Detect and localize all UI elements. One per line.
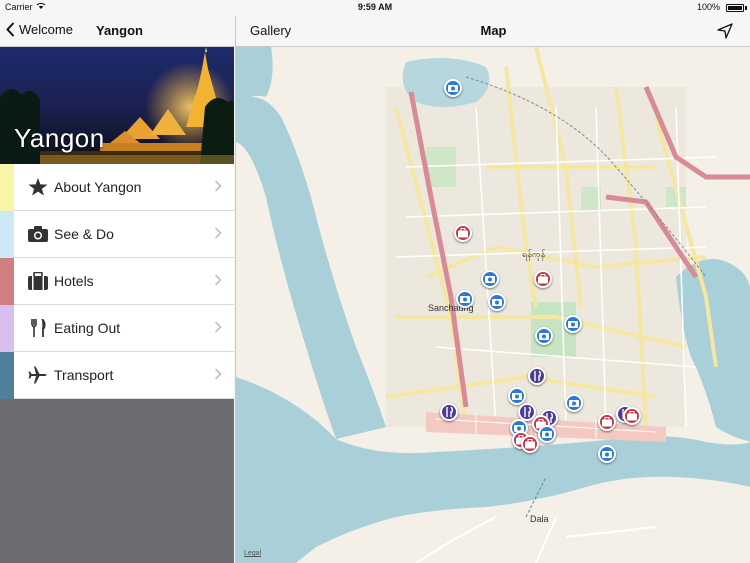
see-do-pin[interactable]: [456, 290, 474, 308]
left-panel-title: Yangon: [96, 23, 143, 38]
map-label-central: ရန်ကုန်: [522, 249, 546, 259]
menu-item-about[interactable]: About Yangon: [0, 164, 234, 211]
airplane-icon: [28, 366, 47, 384]
suitcase-icon: [458, 228, 468, 238]
legal-link[interactable]: Legal: [244, 550, 261, 557]
right-navigation-bar: Gallery Map: [236, 16, 750, 47]
camera-icon: [28, 226, 48, 242]
camera-icon: [542, 431, 552, 438]
map-label-dala: Dala: [530, 514, 549, 524]
left-navigation-bar: Welcome Yangon: [0, 16, 234, 47]
back-button[interactable]: Welcome: [6, 22, 73, 37]
chevron-right-icon: [214, 368, 222, 380]
menu-item-transport[interactable]: Transport: [0, 352, 234, 399]
menu-item-see-do[interactable]: See & Do: [0, 211, 234, 258]
eating-out-pin[interactable]: [440, 403, 458, 421]
hero-image: Yangon: [0, 47, 234, 164]
hotel-pin[interactable]: [454, 224, 472, 242]
hotel-pin[interactable]: [623, 407, 641, 425]
see-do-pin[interactable]: [598, 445, 616, 463]
see-do-pin[interactable]: [444, 79, 462, 97]
camera-icon: [539, 333, 549, 340]
status-bar: Carrier 9:59 AM 100%: [0, 0, 750, 16]
map-title: Map: [480, 23, 507, 38]
camera-icon: [568, 321, 578, 328]
menu-item-hotels[interactable]: Hotels: [0, 258, 234, 305]
detail-panel: Gallery Map Sanchaung Dala ရန်ကုန် Legal: [235, 16, 750, 563]
menu-item-label: Eating Out: [54, 320, 121, 336]
menu-item-label: About Yangon: [54, 179, 142, 195]
camera-icon: [448, 85, 458, 92]
suitcase-icon: [538, 274, 548, 284]
hotel-pin[interactable]: [598, 413, 616, 431]
camera-icon: [512, 393, 522, 400]
hotel-pin[interactable]: [521, 435, 539, 453]
eating-out-pin[interactable]: [528, 367, 546, 385]
chevron-right-icon: [214, 321, 222, 333]
menu-color-strip: [0, 164, 14, 211]
map-view[interactable]: Sanchaung Dala ရန်ကုန် Legal: [236, 47, 750, 563]
camera-icon: [492, 299, 502, 306]
suitcase-icon: [627, 411, 637, 421]
camera-icon: [460, 296, 470, 303]
see-do-pin[interactable]: [564, 315, 582, 333]
master-panel: Welcome Yangon Yangon About Yangon See &…: [0, 16, 234, 563]
hotel-pin[interactable]: [534, 270, 552, 288]
fork-knife-icon: [524, 407, 532, 417]
fork-knife-icon: [534, 371, 542, 381]
menu-item-label: Hotels: [54, 273, 94, 289]
see-do-pin[interactable]: [481, 270, 499, 288]
suitcase-icon: [28, 272, 48, 290]
menu-color-strip: [0, 305, 14, 352]
camera-icon: [569, 400, 579, 407]
see-do-pin[interactable]: [535, 327, 553, 345]
star-icon: [28, 178, 48, 196]
battery-cap: [745, 6, 747, 10]
fork-knife-icon: [446, 407, 454, 417]
chevron-left-icon: [6, 22, 15, 37]
camera-icon: [485, 276, 495, 283]
menu-color-strip: [0, 352, 14, 399]
menu-item-label: See & Do: [54, 226, 114, 242]
see-do-pin[interactable]: [538, 425, 556, 443]
battery-percentage: 100%: [696, 2, 720, 12]
menu-color-strip: [0, 211, 14, 258]
menu-item-label: Transport: [54, 367, 114, 383]
menu-color-strip: [0, 258, 14, 305]
see-do-pin[interactable]: [508, 387, 526, 405]
chevron-right-icon: [214, 274, 222, 286]
fork-knife-icon: [31, 319, 46, 337]
see-do-pin[interactable]: [565, 394, 583, 412]
menu-item-eating-out[interactable]: Eating Out: [0, 305, 234, 352]
suitcase-icon: [525, 439, 535, 449]
status-time: 9:59 AM: [357, 2, 393, 12]
back-button-label: Welcome: [19, 22, 73, 37]
location-arrow-icon[interactable]: [717, 23, 733, 39]
camera-icon: [602, 451, 612, 458]
chevron-right-icon: [214, 227, 222, 239]
hero-title: Yangon: [14, 123, 105, 153]
see-do-pin[interactable]: [488, 293, 506, 311]
chevron-right-icon: [214, 180, 222, 192]
section-menu: About Yangon See & Do Hotels Eating Out …: [0, 164, 234, 399]
suitcase-icon: [602, 417, 612, 427]
battery-icon: [726, 4, 744, 12]
